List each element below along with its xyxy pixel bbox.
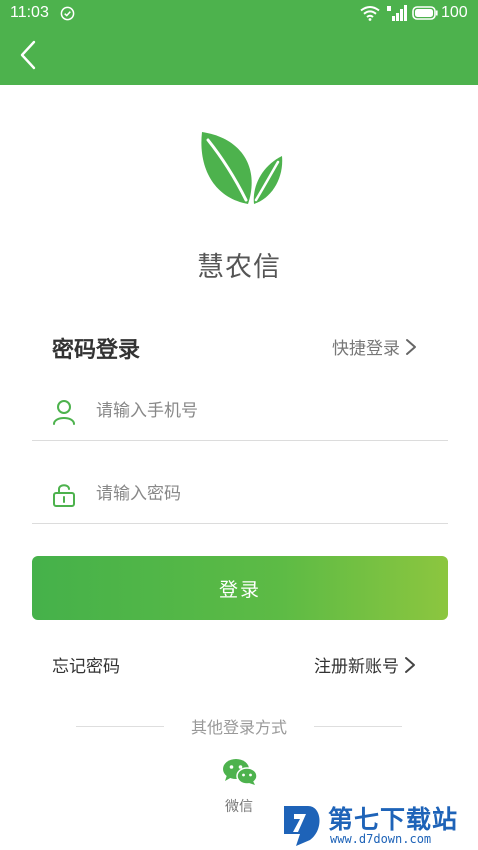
password-login-title: 密码登录 (52, 338, 141, 363)
signal-icon (387, 5, 407, 21)
divider-line (314, 726, 402, 727)
wifi-icon (360, 6, 380, 21)
app-name: 慧农信 (197, 252, 281, 283)
top-app-bar: 11:03 100 (0, 0, 478, 85)
watermark-logo-icon (284, 806, 320, 846)
other-login-divider: 其他登录方式 (76, 714, 402, 738)
back-arrow-icon[interactable] (12, 38, 44, 72)
user-icon (53, 400, 75, 425)
watermark: 第七下载站 www.d7down.com (282, 798, 478, 850)
login-button[interactable]: 登录 (32, 556, 448, 620)
forgot-password-link[interactable]: 忘记密码 (52, 652, 120, 677)
password-field (32, 464, 448, 524)
status-time: 11:03 (10, 4, 49, 21)
wechat-icon[interactable] (222, 758, 258, 786)
chevron-right-icon (406, 338, 416, 355)
quick-login-label: 快捷登录 (332, 339, 400, 359)
app-logo-icon (201, 132, 283, 204)
watermark-url: www.d7down.com (330, 832, 432, 846)
battery-level: 100 (441, 4, 468, 21)
alarm-icon (60, 6, 75, 21)
lock-icon (53, 484, 75, 507)
phone-field (32, 381, 448, 441)
password-input[interactable] (96, 476, 426, 512)
status-bar: 11:03 100 (0, 0, 478, 28)
quick-login-link[interactable]: 快捷登录 (332, 334, 418, 359)
register-link[interactable]: 注册新账号 (314, 652, 417, 677)
chevron-right-icon (405, 656, 415, 673)
watermark-brand: 第七下载站 (328, 805, 459, 834)
register-label: 注册新账号 (314, 657, 399, 677)
battery-icon (412, 6, 438, 20)
phone-input[interactable] (96, 393, 426, 429)
